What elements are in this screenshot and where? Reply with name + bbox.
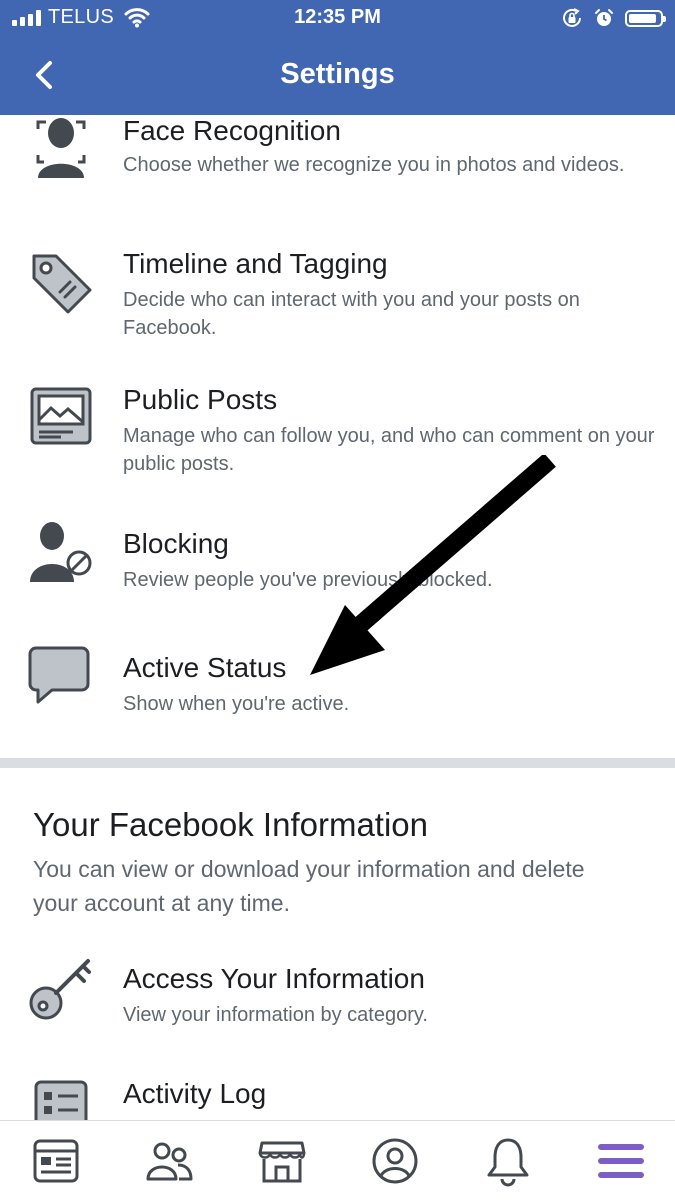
section-description: You can view or download your informatio… [33,856,585,916]
profile-icon[interactable] [369,1135,421,1187]
key-icon [29,959,91,1020]
settings-item-label: Public Posts [123,384,278,415]
settings-item-description: View your information by category. [123,1004,428,1026]
marketplace-icon[interactable] [256,1135,308,1187]
settings-item-label: Blocking [123,528,229,559]
settings-item-description: Manage who can follow you, and who can c… [123,425,655,475]
settings-item-label: Access Your Information [123,963,425,994]
bottom-tab-bar [0,1120,675,1201]
blocked-user-icon [30,522,92,582]
activity-log-icon [34,1080,88,1120]
settings-item-label: Active Status [123,652,287,683]
section-divider [0,758,675,768]
chat-bubble-icon [28,646,90,704]
notifications-icon[interactable] [482,1135,534,1187]
settings-item-activity-log[interactable]: Activity Log [0,1078,675,1120]
settings-item-description: Choose whether we recognize you in photo… [123,154,625,176]
page-title: Settings [280,58,395,90]
section-title: Your Facebook Information [33,806,429,843]
menu-icon[interactable] [595,1135,647,1187]
settings-item-label: Timeline and Tagging [123,248,388,279]
navigation-header: TELUS 12:35 PM Settings [0,0,675,115]
alarm-icon [595,9,613,26]
settings-item-label: Face Recognition [123,115,341,146]
news-feed-icon[interactable] [30,1135,82,1187]
settings-item-description: Review people you've previously blocked. [123,569,493,591]
friends-icon[interactable] [143,1135,195,1187]
orientation-lock-icon [563,8,581,27]
tag-icon [32,254,92,314]
settings-item-label: Activity Log [123,1078,267,1109]
settings-item-description: Show when you're active. [123,693,350,715]
public-posts-icon [30,387,92,445]
status-bar: TELUS 12:35 PM [0,0,675,38]
face-recognition-icon [36,118,86,178]
battery-icon [625,9,666,27]
settings-item-description: Decide who can interact with you and you… [123,289,580,339]
